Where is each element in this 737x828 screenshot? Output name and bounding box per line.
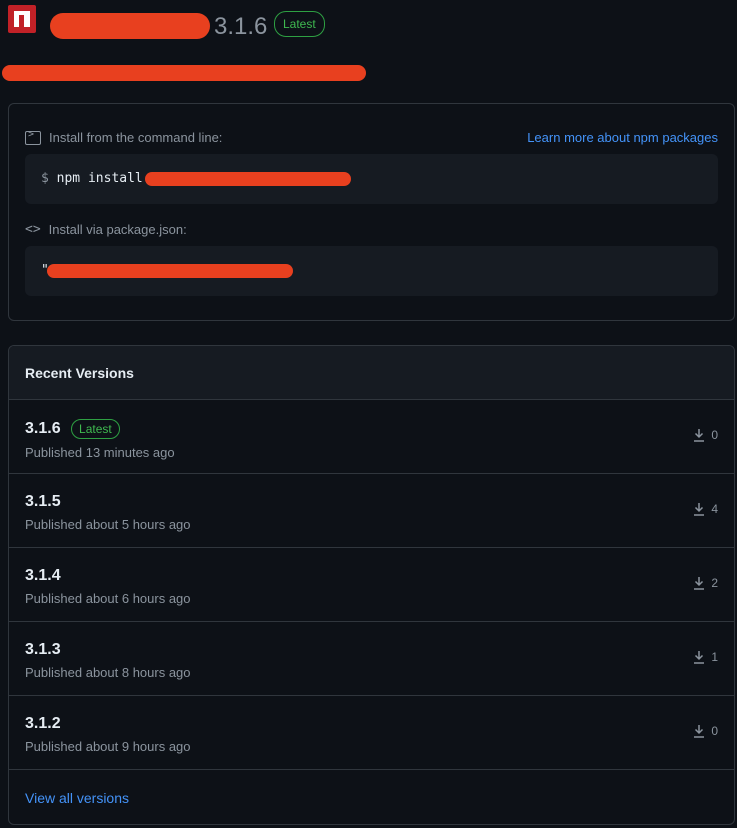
package-version: 3.1.6 bbox=[214, 13, 268, 40]
download-count-value: 2 bbox=[711, 576, 718, 590]
terminal-icon bbox=[25, 129, 41, 145]
npm-logo-icon bbox=[8, 5, 36, 33]
download-count-value: 4 bbox=[711, 502, 718, 516]
version-row: 3.1.3 Published about 8 hours ago 1 bbox=[9, 622, 734, 696]
download-icon bbox=[694, 503, 705, 516]
download-count-value: 0 bbox=[711, 428, 718, 442]
download-icon bbox=[694, 651, 705, 664]
download-count: 0 bbox=[693, 724, 718, 738]
download-icon bbox=[694, 725, 705, 738]
json-install-label: <> Install via package.json: bbox=[25, 222, 187, 237]
version-published-date: Published about 8 hours ago bbox=[25, 665, 191, 681]
redaction-mark bbox=[145, 172, 351, 186]
install-panel: Install from the command line: Learn mor… bbox=[8, 103, 735, 321]
version-number[interactable]: 3.1.6 bbox=[25, 420, 61, 438]
version-published-date: Published about 5 hours ago bbox=[25, 517, 191, 533]
version-published-date: Published 13 minutes ago bbox=[25, 445, 175, 460]
redaction-mark bbox=[47, 264, 293, 278]
version-row: 3.1.5 Published about 5 hours ago 4 bbox=[9, 474, 734, 548]
cli-prompt: $ bbox=[41, 171, 49, 186]
download-icon bbox=[694, 429, 705, 442]
download-count: 1 bbox=[693, 650, 718, 664]
download-count: 2 bbox=[693, 576, 718, 590]
download-count: 0 bbox=[693, 428, 718, 442]
download-count-value: 0 bbox=[711, 724, 718, 738]
version-row: 3.1.2 Published about 9 hours ago 0 bbox=[9, 696, 734, 770]
view-all-versions-link[interactable]: View all versions bbox=[25, 790, 129, 806]
cli-label-text: Install from the command line: bbox=[49, 130, 223, 145]
redaction-mark bbox=[50, 13, 210, 39]
version-number[interactable]: 3.1.4 bbox=[25, 567, 61, 585]
json-label-text: Install via package.json: bbox=[48, 222, 187, 237]
latest-badge: Latest bbox=[71, 419, 120, 439]
version-published-date: Published about 9 hours ago bbox=[25, 739, 191, 755]
learn-more-link[interactable]: Learn more about npm packages bbox=[527, 130, 718, 145]
recent-versions-title: Recent Versions bbox=[9, 346, 734, 400]
download-count: 4 bbox=[693, 502, 718, 516]
version-number[interactable]: 3.1.5 bbox=[25, 493, 61, 511]
version-published-date: Published about 6 hours ago bbox=[25, 591, 191, 607]
code-icon: <> bbox=[25, 222, 41, 237]
latest-badge: Latest bbox=[274, 11, 325, 37]
package-page: 3.1.6 Latest Install from the command li… bbox=[0, 0, 737, 828]
version-row: 3.1.6 Latest Published 13 minutes ago 0 bbox=[9, 400, 734, 474]
cli-command-block[interactable]: $ npm install @ bbox=[25, 154, 718, 204]
cli-command-text: npm install @ bbox=[56, 171, 159, 186]
version-number[interactable]: 3.1.2 bbox=[25, 715, 61, 733]
recent-versions-panel: Recent Versions 3.1.6 Latest Published 1… bbox=[8, 345, 735, 825]
cli-install-label: Install from the command line: bbox=[25, 129, 223, 145]
version-number[interactable]: 3.1.3 bbox=[25, 641, 61, 659]
version-row: 3.1.4 Published about 6 hours ago 2 bbox=[9, 548, 734, 622]
download-count-value: 1 bbox=[711, 650, 718, 664]
download-icon bbox=[694, 577, 705, 590]
package-header: 3.1.6 Latest bbox=[2, 5, 728, 81]
redaction-mark bbox=[2, 65, 366, 81]
